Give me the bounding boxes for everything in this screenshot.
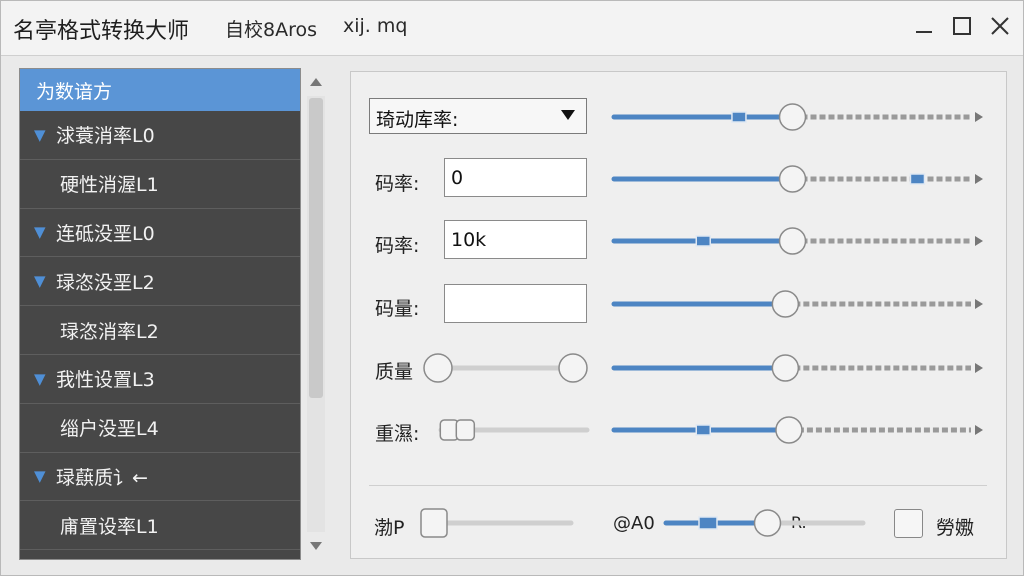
- rate-mode-slider-marker[interactable]: [731, 111, 747, 123]
- weight-small-thumb-b[interactable]: [455, 419, 476, 441]
- quality-slider-end-arrow-icon: [975, 363, 983, 373]
- bitrate-slider-end-arrow-icon: [975, 174, 983, 184]
- bitrate-slider-2-marker[interactable]: [695, 235, 711, 247]
- bottom-left-thumb[interactable]: [420, 508, 448, 538]
- amount-slider-end-arrow-icon: [975, 299, 983, 309]
- rate-mode-slider-thumb[interactable]: [778, 103, 807, 131]
- sliders-layer: [420, 103, 983, 538]
- bottom-mid-marker[interactable]: [698, 516, 718, 530]
- app-window: 名亭格式转换大师 自校8Aros xij. mq 为数谙方 ▼ 浗蓑消率L0 硬…: [0, 0, 1024, 576]
- quality-range-low-thumb[interactable]: [423, 353, 453, 383]
- bitrate-slider-thumb[interactable]: [778, 165, 807, 193]
- quality-slider-thumb[interactable]: [771, 354, 800, 382]
- bottom-mid-thumb[interactable]: [753, 509, 782, 537]
- bitrate-slider-2-thumb[interactable]: [778, 227, 807, 255]
- bitrate-slider-marker[interactable]: [909, 173, 926, 185]
- amount-slider-thumb[interactable]: [771, 290, 800, 318]
- weight-slider-thumb[interactable]: [775, 416, 803, 444]
- quality-range-high-thumb[interactable]: [558, 353, 588, 383]
- weight-slider-end-arrow-icon: [975, 425, 983, 435]
- bitrate-slider-2-end-arrow-icon: [975, 236, 983, 246]
- rate-mode-slider-end-arrow-icon: [975, 112, 983, 122]
- weight-slider-marker[interactable]: [695, 424, 711, 436]
